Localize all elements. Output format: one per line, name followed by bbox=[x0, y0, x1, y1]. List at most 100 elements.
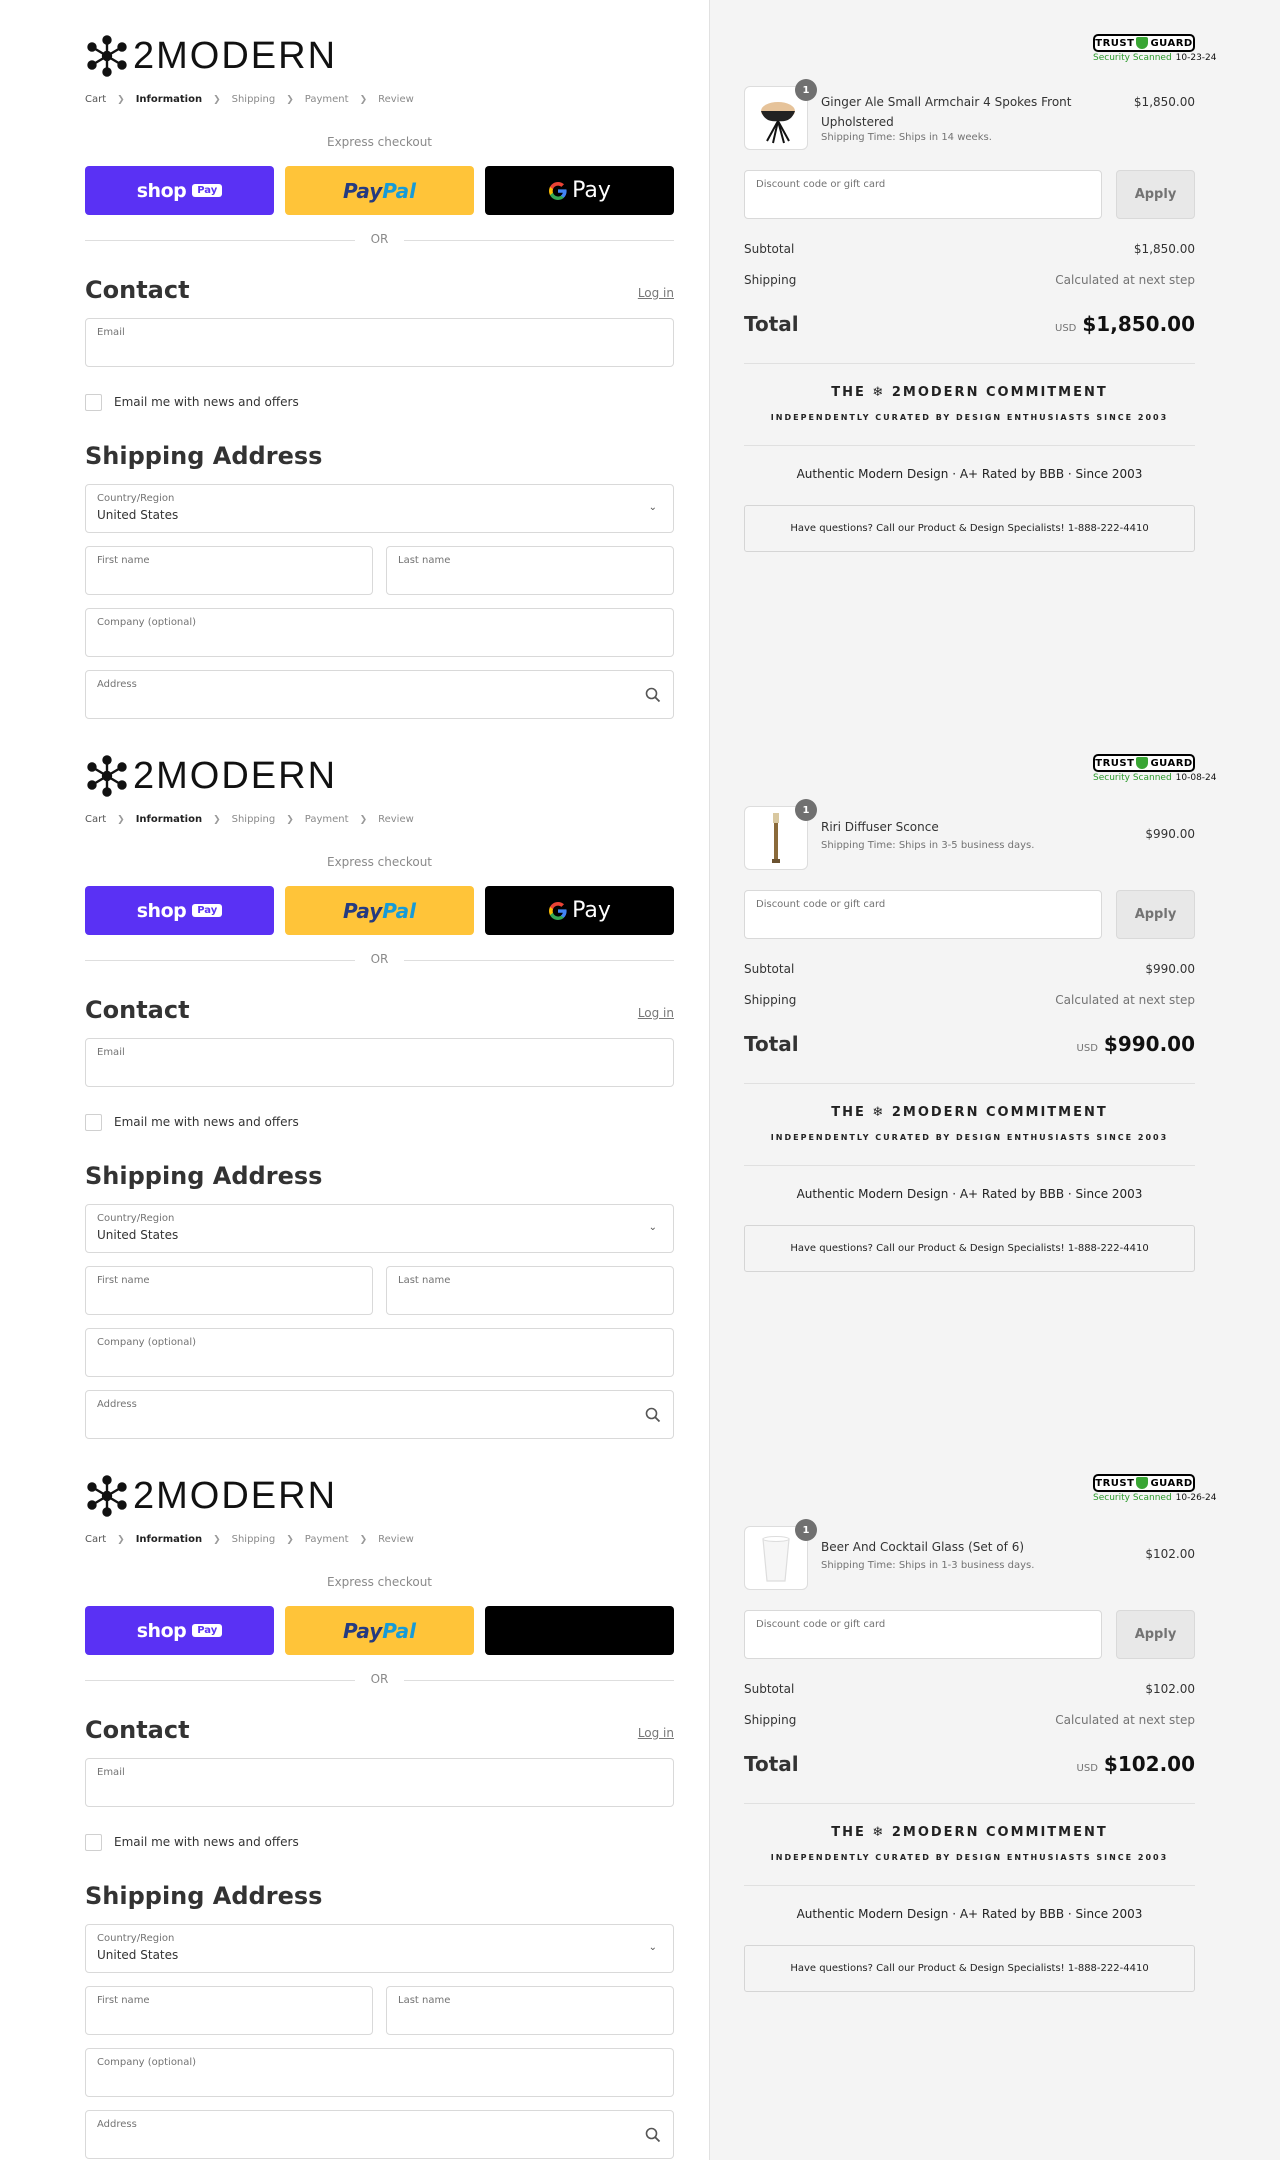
last-name-label: Last name bbox=[398, 1995, 451, 2006]
shop-pay-button[interactable]: shop Pay bbox=[85, 1606, 274, 1655]
breadcrumb-shipping: Shipping bbox=[231, 814, 276, 825]
divider bbox=[744, 1803, 1195, 1804]
email-field[interactable]: Email bbox=[85, 1038, 674, 1087]
trust-guard-badge[interactable]: TRUST GUARD Security Scanned 10-26-24 bbox=[1093, 1474, 1217, 1506]
google-pay-text: Pay bbox=[572, 178, 611, 203]
logo-text: 2MODERN bbox=[133, 1475, 338, 1517]
email-field[interactable]: Email bbox=[85, 1758, 674, 1807]
log-in-link[interactable]: Log in bbox=[638, 1006, 674, 1020]
newsletter-checkbox[interactable] bbox=[85, 394, 102, 411]
apply-button[interactable]: Apply bbox=[1116, 1610, 1195, 1659]
first-name-field[interactable]: First name bbox=[85, 1266, 373, 1315]
breadcrumb-payment: Payment bbox=[304, 94, 349, 105]
breadcrumb-shipping: Shipping bbox=[231, 94, 276, 105]
commitment-subtitle: INDEPENDENTLY CURATED BY DESIGN ENTHUSIA… bbox=[770, 1133, 1169, 1142]
chevron-right-icon: ❯ bbox=[359, 1534, 368, 1545]
trust-guard-subtitle: Security Scanned 10-23-24 bbox=[1093, 53, 1217, 63]
paypal-logo-pal: Pal bbox=[382, 178, 417, 203]
commitment-title: THE ❄ 2MODERN COMMITMENT bbox=[831, 385, 1108, 400]
authentic-design-text: Authentic Modern Design · A+ Rated by BB… bbox=[796, 467, 1143, 481]
country-select[interactable]: Country/Region United States ⌄ bbox=[85, 1204, 674, 1253]
last-name-field[interactable]: Last name bbox=[386, 1266, 674, 1315]
first-name-label: First name bbox=[97, 555, 150, 566]
address-field[interactable]: Address bbox=[85, 670, 674, 719]
discount-code-input[interactable]: Discount code or gift card bbox=[744, 890, 1102, 939]
paypal-button[interactable]: Pay Pal bbox=[285, 886, 474, 935]
commitment-subtitle: INDEPENDENTLY CURATED BY DESIGN ENTHUSIA… bbox=[770, 413, 1169, 422]
apply-button[interactable]: Apply bbox=[1116, 170, 1195, 219]
country-label: Country/Region bbox=[97, 1933, 175, 1944]
trust-guard-badge[interactable]: TRUST GUARD Security Scanned 10-23-24 bbox=[1093, 34, 1217, 66]
paypal-button[interactable]: Pay Pal bbox=[285, 1606, 474, 1655]
discount-code-label: Discount code or gift card bbox=[756, 899, 886, 910]
breadcrumb-cart[interactable]: Cart bbox=[85, 94, 106, 105]
breadcrumb-cart[interactable]: Cart bbox=[85, 1534, 106, 1545]
newsletter-checkbox[interactable] bbox=[85, 1834, 102, 1851]
country-select[interactable]: Country/Region United States ⌄ bbox=[85, 1924, 674, 1973]
first-name-label: First name bbox=[97, 1995, 150, 2006]
shield-icon bbox=[1136, 757, 1149, 769]
address-field[interactable]: Address bbox=[85, 2110, 674, 2159]
security-scanned-text: Security Scanned bbox=[1093, 53, 1172, 63]
log-in-link[interactable]: Log in bbox=[638, 286, 674, 300]
quantity-badge: 1 bbox=[795, 799, 817, 821]
company-field[interactable]: Company (optional) bbox=[85, 2048, 674, 2097]
apply-button[interactable]: Apply bbox=[1116, 890, 1195, 939]
express-checkout-label: Express checkout bbox=[326, 135, 433, 149]
logo[interactable]: 2MODERN bbox=[85, 1474, 337, 1518]
chevron-right-icon: ❯ bbox=[117, 94, 125, 105]
commitment-subtitle: INDEPENDENTLY CURATED BY DESIGN ENTHUSIA… bbox=[770, 1853, 1169, 1862]
first-name-field[interactable]: First name bbox=[85, 1986, 373, 2035]
log-in-link[interactable]: Log in bbox=[638, 1726, 674, 1740]
company-label: Company (optional) bbox=[97, 1337, 197, 1348]
shop-pay-button[interactable]: shop Pay bbox=[85, 886, 274, 935]
newsletter-label: Email me with news and offers bbox=[114, 395, 299, 409]
email-field[interactable]: Email bbox=[85, 318, 674, 367]
address-field[interactable]: Address bbox=[85, 1390, 674, 1439]
trust-guard-title-a: TRUST bbox=[1095, 37, 1135, 49]
quantity-badge: 1 bbox=[795, 79, 817, 101]
shop-pay-logo: shop bbox=[136, 899, 187, 922]
search-icon bbox=[645, 1407, 661, 1423]
google-g-icon bbox=[549, 181, 567, 200]
breadcrumb-shipping: Shipping bbox=[231, 1534, 276, 1545]
trust-guard-title-a: TRUST bbox=[1095, 1477, 1135, 1489]
last-name-field[interactable]: Last name bbox=[386, 546, 674, 595]
checkout-form: 2MODERN Cart ❯ Information ❯ Shipping ❯ … bbox=[85, 1440, 674, 2160]
shipping-label: Shipping bbox=[744, 1713, 797, 1727]
discount-code-input[interactable]: Discount code or gift card bbox=[744, 170, 1102, 219]
company-field[interactable]: Company (optional) bbox=[85, 608, 674, 657]
paypal-logo-pay: Pay bbox=[342, 178, 383, 203]
logo[interactable]: 2MODERN bbox=[85, 754, 337, 798]
breadcrumb: Cart ❯ Information ❯ Shipping ❯ Payment … bbox=[85, 1534, 414, 1545]
first-name-field[interactable]: First name bbox=[85, 546, 373, 595]
last-name-field[interactable]: Last name bbox=[386, 1986, 674, 2035]
shipping-address-heading: Shipping Address bbox=[85, 442, 323, 470]
paypal-logo-pay: Pay bbox=[342, 898, 383, 923]
order-summary: TRUST GUARD Security Scanned 10-08-24 1 Ri… bbox=[744, 720, 1217, 1440]
email-label: Email bbox=[97, 327, 125, 338]
country-value: United States bbox=[97, 508, 179, 522]
country-label: Country/Region bbox=[97, 1213, 175, 1224]
shipping-value: Calculated at next step bbox=[1055, 1713, 1195, 1727]
discount-code-input[interactable]: Discount code or gift card bbox=[744, 1610, 1102, 1659]
divider bbox=[744, 1083, 1195, 1084]
total-value: $102.00 bbox=[1103, 1752, 1195, 1776]
shop-pay-logo: shop bbox=[136, 1619, 187, 1642]
google-pay-button[interactable]: Pay bbox=[485, 1606, 674, 1655]
breadcrumb-cart[interactable]: Cart bbox=[85, 814, 106, 825]
trust-guard-badge[interactable]: TRUST GUARD Security Scanned 10-08-24 bbox=[1093, 754, 1217, 786]
discount-code-label: Discount code or gift card bbox=[756, 179, 886, 190]
search-icon bbox=[645, 687, 661, 703]
shipping-row: Shipping Calculated at next step bbox=[744, 273, 1195, 287]
newsletter-checkbox[interactable] bbox=[85, 1114, 102, 1131]
country-select[interactable]: Country/Region United States ⌄ bbox=[85, 484, 674, 533]
logo[interactable]: 2MODERN bbox=[85, 34, 337, 78]
checkout-section-2: 2MODERN Cart ❯ Information ❯ Shipping ❯ … bbox=[0, 720, 1280, 1440]
google-pay-button[interactable]: Pay bbox=[485, 166, 674, 215]
google-pay-button[interactable]: Pay bbox=[485, 886, 674, 935]
shop-pay-button[interactable]: shop Pay bbox=[85, 166, 274, 215]
paypal-button[interactable]: Pay Pal bbox=[285, 166, 474, 215]
company-field[interactable]: Company (optional) bbox=[85, 1328, 674, 1377]
logo-text: 2MODERN bbox=[133, 35, 338, 77]
